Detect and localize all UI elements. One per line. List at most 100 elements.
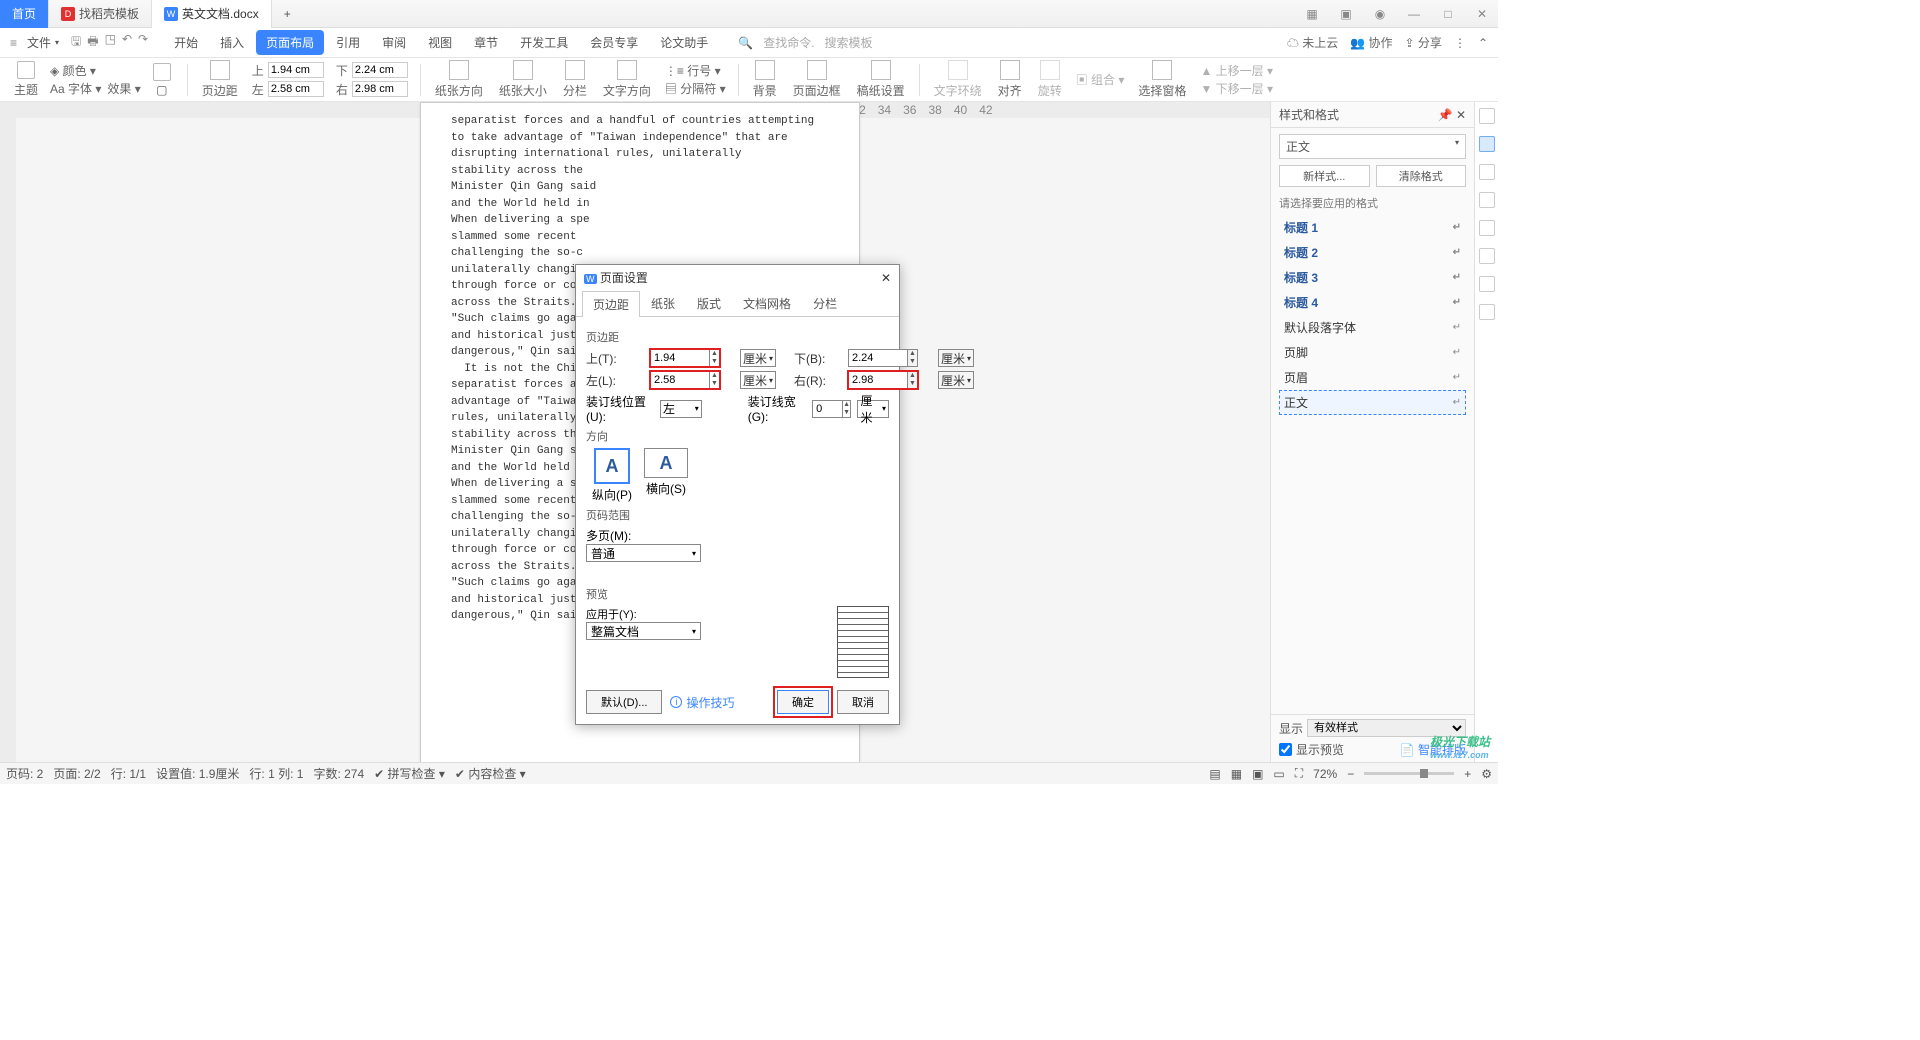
tab-review[interactable]: 审阅 bbox=[372, 30, 416, 55]
zoom-in-button[interactable]: + bbox=[1464, 767, 1471, 781]
avatar-icon[interactable]: ◉ bbox=[1368, 7, 1392, 21]
dialog-tab-paper[interactable]: 纸张 bbox=[640, 290, 686, 316]
align-button[interactable]: 对齐 bbox=[992, 60, 1028, 99]
panel-close-icon[interactable]: ✕ bbox=[1456, 108, 1466, 122]
zoom-slider[interactable] bbox=[1364, 772, 1454, 775]
tool-styles-icon[interactable] bbox=[1479, 136, 1495, 152]
tool-8-icon[interactable] bbox=[1479, 304, 1495, 320]
margin-bottom-input[interactable] bbox=[352, 62, 408, 78]
style-item[interactable]: 标题 4↵ bbox=[1279, 290, 1466, 315]
more-icon[interactable]: ⋮ bbox=[1454, 36, 1466, 50]
default-button[interactable]: 默认(D)... bbox=[586, 690, 662, 714]
spell-check-button[interactable]: ✔ 拼写检查 ▾ bbox=[374, 765, 445, 782]
orientation-button[interactable]: 纸张方向 bbox=[429, 60, 489, 99]
document-area[interactable]: 124681012141618202224262830323436384042 … bbox=[0, 102, 1270, 762]
style-item[interactable]: 默认段落字体↵ bbox=[1279, 315, 1466, 340]
background-button[interactable]: 背景 bbox=[747, 60, 783, 99]
breaks-button[interactable]: ▤ 分隔符 ▾ bbox=[665, 80, 726, 97]
current-style-select[interactable]: 正文 ▾ bbox=[1279, 134, 1466, 159]
pin-icon[interactable]: 📌 bbox=[1438, 108, 1453, 122]
left-unit[interactable]: 厘米▾ bbox=[740, 371, 776, 389]
search-command[interactable]: 查找命令. bbox=[763, 34, 814, 51]
top-input[interactable]: ▲▼ bbox=[650, 349, 720, 367]
minimize-button[interactable]: — bbox=[1402, 7, 1426, 21]
margin-right-input[interactable] bbox=[352, 81, 408, 97]
tips-link[interactable]: i操作技巧 bbox=[670, 694, 734, 711]
tab-start[interactable]: 开始 bbox=[164, 30, 208, 55]
tool-3-icon[interactable] bbox=[1479, 164, 1495, 180]
margin-left-input[interactable] bbox=[268, 81, 324, 97]
dialog-close-button[interactable]: ✕ bbox=[881, 271, 891, 285]
zoom-value[interactable]: 72% bbox=[1313, 767, 1337, 781]
ok-button[interactable]: 确定 bbox=[777, 690, 829, 714]
hamburger-icon[interactable]: ≡ bbox=[6, 36, 21, 50]
landscape-option[interactable]: A横向(S) bbox=[644, 448, 688, 503]
tab-home[interactable]: 首页 bbox=[0, 0, 49, 28]
gutter-pos-select[interactable]: 左▾ bbox=[660, 400, 702, 418]
bottom-unit[interactable]: 厘米▾ bbox=[938, 349, 974, 367]
print-icon[interactable]: 🖶 bbox=[87, 32, 98, 53]
view-mode-2-icon[interactable]: ▦ bbox=[1231, 767, 1242, 781]
tool-4-icon[interactable] bbox=[1479, 192, 1495, 208]
text-direction-button[interactable]: 文字方向 bbox=[597, 60, 657, 99]
style-item[interactable]: 标题 3↵ bbox=[1279, 265, 1466, 290]
tab-member[interactable]: 会员专享 bbox=[580, 30, 648, 55]
preview-icon[interactable]: ◳ bbox=[105, 32, 116, 53]
tool-1-icon[interactable] bbox=[1479, 108, 1495, 124]
tool-5-icon[interactable] bbox=[1479, 220, 1495, 236]
search-template[interactable]: 搜索模板 bbox=[825, 34, 873, 51]
margin-top-input[interactable] bbox=[268, 62, 324, 78]
style-item[interactable]: 页脚↵ bbox=[1279, 340, 1466, 365]
collab-button[interactable]: 👥 协作 bbox=[1350, 34, 1392, 51]
apps-icon[interactable]: ▣ bbox=[1334, 7, 1358, 21]
close-button[interactable]: ✕ bbox=[1470, 7, 1494, 21]
group-button[interactable]: ▣ 组合 ▾ bbox=[1076, 71, 1125, 88]
file-menu[interactable]: 文件▾ bbox=[21, 34, 65, 51]
new-tab-button[interactable]: + bbox=[272, 0, 303, 28]
left-input[interactable]: ▲▼ bbox=[650, 371, 720, 389]
tab-insert[interactable]: 插入 bbox=[210, 30, 254, 55]
top-unit[interactable]: 厘米▾ bbox=[740, 349, 776, 367]
paper-size-button[interactable]: 纸张大小 bbox=[493, 60, 553, 99]
tab-references[interactable]: 引用 bbox=[326, 30, 370, 55]
tool-6-icon[interactable] bbox=[1479, 248, 1495, 264]
page-border-button[interactable]: 页面边框 bbox=[787, 60, 847, 99]
bottom-input[interactable]: ▲▼ bbox=[848, 349, 918, 367]
tab-page-layout[interactable]: 页面布局 bbox=[256, 30, 324, 55]
new-style-button[interactable]: 新样式... bbox=[1279, 165, 1370, 187]
tab-developer[interactable]: 开发工具 bbox=[510, 30, 578, 55]
tab-view[interactable]: 视图 bbox=[418, 30, 462, 55]
tab-thesis[interactable]: 论文助手 bbox=[650, 30, 718, 55]
multi-page-select[interactable]: 普通▾ bbox=[586, 544, 701, 562]
right-input[interactable]: ▲▼ bbox=[848, 371, 918, 389]
grid-icon[interactable]: ▦ bbox=[1300, 7, 1324, 21]
text-wrap-button[interactable]: 文字环绕 bbox=[928, 60, 988, 99]
selection-pane-button[interactable]: 选择窗格 bbox=[1132, 60, 1192, 99]
tab-document[interactable]: W 英文文档.docx bbox=[152, 0, 272, 28]
settings-icon[interactable]: ⚙ bbox=[1481, 767, 1492, 781]
columns-button[interactable]: 分栏 bbox=[557, 60, 593, 99]
cancel-button[interactable]: 取消 bbox=[837, 690, 889, 714]
dialog-tab-grid[interactable]: 文档网格 bbox=[732, 290, 802, 316]
tool-7-icon[interactable] bbox=[1479, 276, 1495, 292]
clear-format-button[interactable]: 清除格式 bbox=[1376, 165, 1467, 187]
dialog-title-bar[interactable]: W 页面设置 ✕ bbox=[576, 265, 899, 290]
redo-icon[interactable]: ↷ bbox=[138, 32, 148, 53]
right-unit[interactable]: 厘米▾ bbox=[938, 371, 974, 389]
show-preview-checkbox[interactable] bbox=[1279, 743, 1292, 756]
view-mode-4-icon[interactable]: ▭ bbox=[1273, 767, 1284, 781]
dialog-tab-columns[interactable]: 分栏 bbox=[802, 290, 848, 316]
color-button[interactable]: ◈ 颜色 ▾ bbox=[50, 62, 141, 79]
undo-icon[interactable]: ↶ bbox=[122, 32, 132, 53]
zoom-out-button[interactable]: − bbox=[1347, 767, 1354, 781]
line-numbers-button[interactable]: ⋮≡ 行号 ▾ bbox=[665, 62, 726, 79]
gutter-width-input[interactable]: ▲▼ bbox=[812, 400, 851, 418]
content-check-button[interactable]: ✔ 内容检查 ▾ bbox=[455, 765, 526, 782]
save-icon[interactable]: 🖫 bbox=[71, 32, 81, 53]
zoom-fit-icon[interactable]: ⛶ bbox=[1295, 766, 1303, 781]
style-item[interactable]: 标题 2↵ bbox=[1279, 240, 1466, 265]
maximize-button[interactable]: □ bbox=[1436, 7, 1460, 21]
dialog-tab-layout[interactable]: 版式 bbox=[686, 290, 732, 316]
view-mode-1-icon[interactable]: ▤ bbox=[1209, 767, 1220, 781]
grid-paper-button[interactable]: 稿纸设置 bbox=[851, 60, 911, 99]
